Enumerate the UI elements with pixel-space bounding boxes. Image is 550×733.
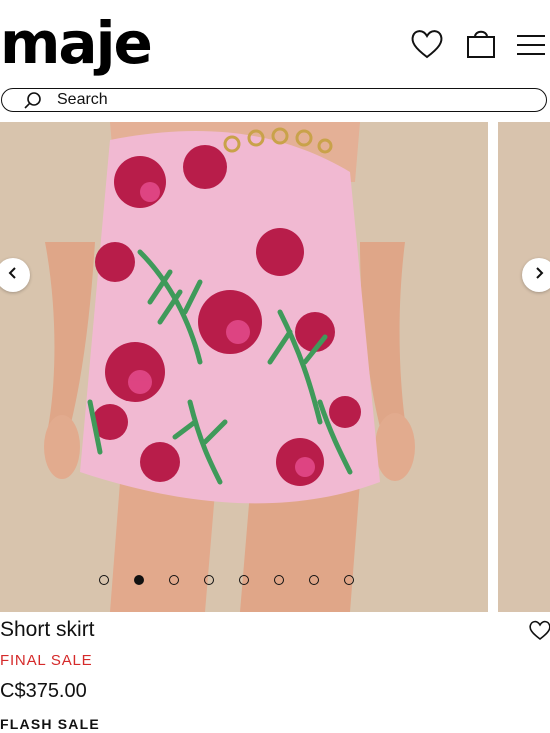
pagination-dot-active[interactable] [134,575,144,585]
menu-icon[interactable] [513,26,549,62]
product-image [0,122,488,612]
search-icon [24,92,42,110]
chevron-left-icon [6,266,20,285]
pagination-dot[interactable] [274,575,284,585]
add-to-wishlist-heart-icon[interactable] [528,618,550,642]
pagination-dot[interactable] [99,575,109,585]
next-image-peek [498,122,550,612]
next-image-button[interactable] [522,258,550,292]
header: maje [0,0,550,88]
product-image-gallery[interactable] [0,122,550,612]
final-sale-label: FINAL SALE [0,652,93,669]
pagination-dot[interactable] [204,575,214,585]
search-placeholder: Search [57,91,108,108]
flash-sale-badge: FLASH SALE [0,716,100,732]
pagination-dot[interactable] [309,575,319,585]
chevron-right-icon [532,266,546,285]
product-name[interactable]: Short skirt [0,618,95,642]
search-bar[interactable]: Search [1,88,547,112]
pagination-dot[interactable] [239,575,249,585]
pagination-dot[interactable] [169,575,179,585]
wishlist-heart-icon[interactable] [409,26,445,62]
product-price: C$375.00 [0,680,87,702]
pagination-dot[interactable] [344,575,354,585]
shopping-bag-icon[interactable] [463,26,499,62]
gallery-pagination [99,575,379,585]
maje-logo[interactable]: maje [0,8,153,78]
